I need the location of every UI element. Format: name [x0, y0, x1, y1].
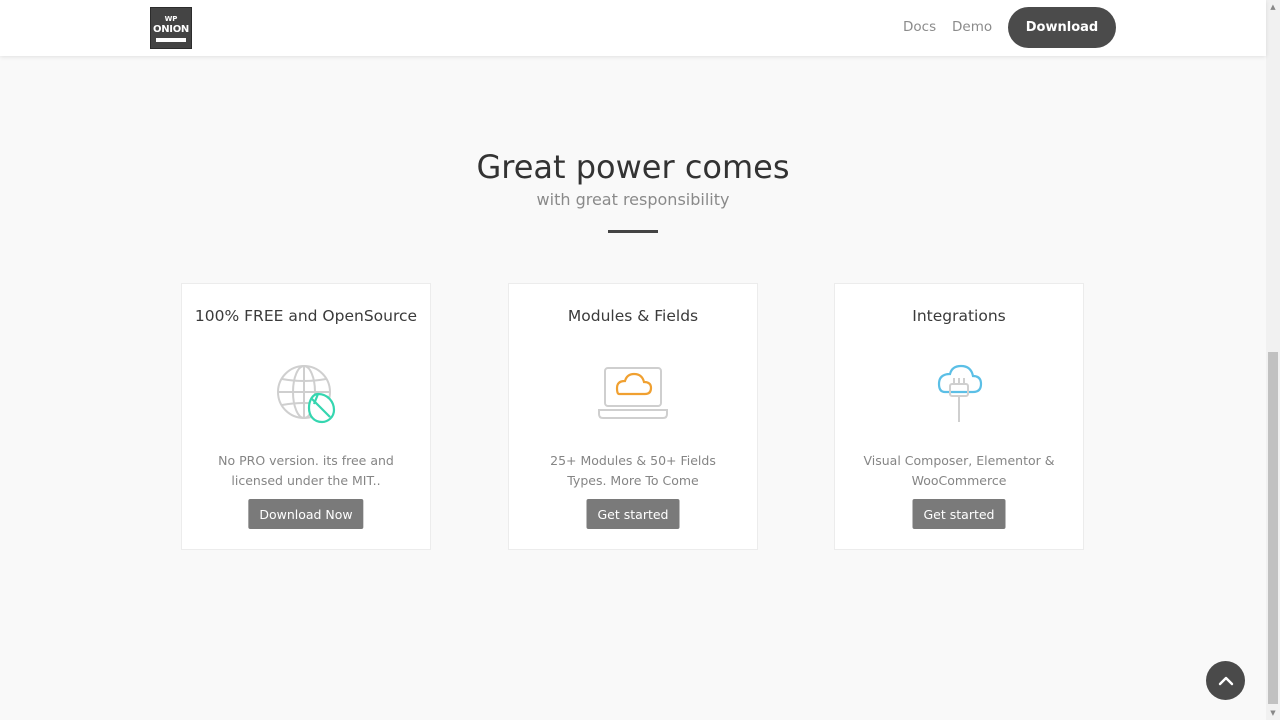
wp-onion-logo[interactable]: WP ONION: [150, 7, 192, 49]
feature-card-title: Modules & Fields: [567, 307, 699, 325]
title-divider: [608, 230, 658, 233]
feature-card-title: 100% FREE and OpenSource: [194, 307, 418, 325]
back-to-top-button[interactable]: [1206, 661, 1245, 700]
nav-download-button[interactable]: Download: [1008, 7, 1116, 48]
download-now-button[interactable]: Download Now: [248, 499, 364, 529]
feature-card-free: 100% FREE and OpenSource No PRO version.…: [181, 283, 431, 550]
get-started-button-integrations[interactable]: Get started: [912, 499, 1006, 529]
top-navbar: WP ONION Docs Demo Download: [0, 0, 1266, 56]
section-subtitle: with great responsibility: [536, 190, 730, 209]
scroll-down-arrow-icon[interactable]: ▼: [1266, 706, 1280, 720]
feature-card-modules: Modules & Fields 25+ Modules & 50+ Field…: [508, 283, 758, 550]
feature-card-integrations: Integrations Visual Composer, Elementor …: [834, 283, 1084, 550]
logo-text-wp: WP: [164, 14, 178, 23]
laptop-cloud-icon: [597, 362, 669, 426]
section-title: Great power comes: [476, 148, 790, 186]
globe-cursor-icon: [276, 362, 336, 428]
nav-docs-link[interactable]: Docs: [903, 19, 936, 35]
feature-card-description: No PRO version. its free and licensed un…: [218, 453, 394, 488]
logo-tagline-bar: [156, 37, 186, 42]
get-started-button-modules[interactable]: Get started: [586, 499, 680, 529]
cloud-plug-icon: [935, 362, 983, 428]
nav-demo-link[interactable]: Demo: [952, 19, 992, 35]
page-scrollbar[interactable]: ▲ ▼: [1266, 0, 1280, 720]
feature-card-description: Visual Composer, Elementor & WooCommerce: [863, 453, 1055, 488]
scroll-up-arrow-icon[interactable]: ▲: [1266, 0, 1280, 14]
scrollbar-thumb[interactable]: [1268, 352, 1278, 704]
chevron-up-icon: [1218, 676, 1233, 685]
logo-text-onion: ONION: [153, 23, 189, 35]
feature-card-title: Integrations: [912, 307, 1006, 325]
feature-card-description: 25+ Modules & 50+ Fields Types. More To …: [550, 453, 716, 488]
